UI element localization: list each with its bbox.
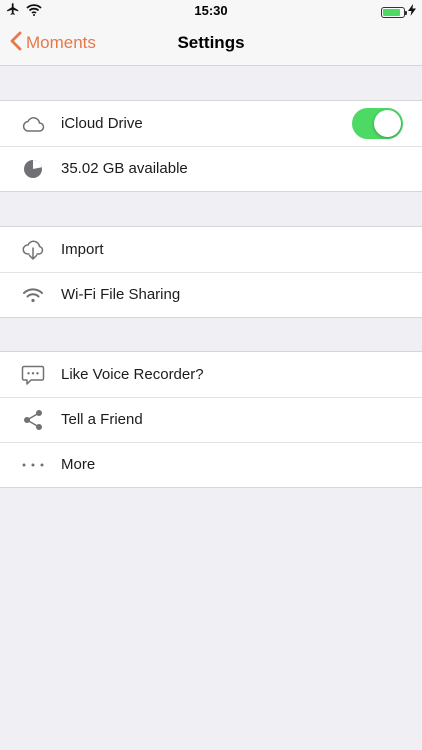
cloud-icon: [21, 112, 45, 136]
social-group: Like Voice Recorder? Tell a Friend More: [0, 351, 422, 488]
tell-a-friend-label: Tell a Friend: [61, 411, 143, 428]
pie-chart-icon: [21, 157, 45, 181]
more-dots-icon: [21, 453, 45, 477]
charging-bolt-icon: [408, 3, 416, 21]
status-right: [381, 3, 416, 21]
status-bar: 15:30: [0, 0, 422, 20]
speech-bubble-icon: [21, 363, 45, 387]
more-label: More: [61, 456, 96, 473]
icloud-drive-toggle[interactable]: [352, 108, 403, 139]
wifi-file-sharing-label: Wi-Fi File Sharing: [61, 286, 181, 303]
storage-available-row: 35.02 GB available: [0, 146, 422, 191]
import-row[interactable]: Import: [0, 227, 422, 272]
storage-group: iCloud Drive 35.02 GB available: [0, 100, 422, 192]
battery-icon: [381, 6, 407, 18]
toggle-knob: [374, 110, 401, 137]
navigation-bar: Moments Settings: [0, 20, 422, 66]
page-title: Settings: [177, 33, 245, 52]
battery-fill: [383, 8, 400, 16]
icloud-drive-label: iCloud Drive: [61, 115, 143, 132]
status-time: 15:30: [194, 3, 228, 18]
cloud-download-icon: [21, 238, 45, 262]
tell-a-friend-row[interactable]: Tell a Friend: [0, 397, 422, 442]
wifi-file-sharing-row[interactable]: Wi-Fi File Sharing: [0, 272, 422, 317]
like-voice-recorder-row[interactable]: Like Voice Recorder?: [0, 352, 422, 397]
like-voice-recorder-label: Like Voice Recorder?: [61, 366, 204, 383]
more-row[interactable]: More: [0, 442, 422, 487]
transfer-group: Import Wi-Fi File Sharing: [0, 226, 422, 318]
wifi-icon: [21, 283, 45, 307]
storage-available-label: 35.02 GB available: [61, 160, 188, 177]
import-label: Import: [61, 241, 104, 258]
share-icon: [21, 408, 45, 432]
icloud-drive-row: iCloud Drive: [0, 101, 422, 146]
